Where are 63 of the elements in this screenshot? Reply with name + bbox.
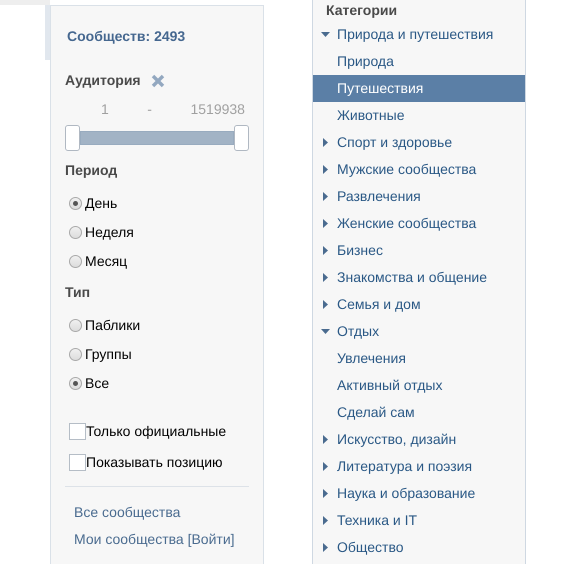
section-title: Категории xyxy=(325,1,398,20)
category-item[interactable]: Техника и IT xyxy=(313,507,525,534)
caret-down-icon xyxy=(321,327,330,336)
radio-button[interactable] xyxy=(69,226,82,239)
communities-count: Сообществ: 2493 xyxy=(66,27,186,46)
radio-button[interactable] xyxy=(69,377,82,390)
subcategory-item[interactable]: Природа xyxy=(313,48,525,75)
subcategory-item[interactable]: Путешествия xyxy=(313,75,525,102)
subcategory-item[interactable]: Активный отдых xyxy=(313,372,525,399)
section-title: Тип xyxy=(65,283,92,302)
caret-right-icon xyxy=(321,219,330,228)
radio-button[interactable] xyxy=(69,197,82,210)
radio-label: Все xyxy=(85,374,110,393)
category-item[interactable]: Семья и дом xyxy=(313,291,525,318)
category-item[interactable]: Бизнес xyxy=(313,237,525,264)
radio-label: Паблики xyxy=(85,316,140,335)
radio-label: День xyxy=(85,194,118,213)
range-separator: - xyxy=(147,100,152,119)
caret-right-icon xyxy=(321,462,330,471)
radio-button[interactable] xyxy=(69,319,82,332)
caret-right-icon xyxy=(321,435,330,444)
sidebar-link[interactable]: Мои сообщества [Войти] xyxy=(65,526,249,553)
category-item[interactable]: Отдых xyxy=(313,318,525,345)
category-item[interactable]: Литература и поэзия xyxy=(313,453,525,480)
checkbox-label: Показывать позицию xyxy=(86,453,223,472)
category-item[interactable]: Наука и образование xyxy=(313,480,525,507)
range-to: 1519938 xyxy=(190,100,245,119)
radio-button[interactable] xyxy=(69,255,82,268)
caret-right-icon xyxy=(321,165,330,174)
radio-label: Группы xyxy=(85,345,132,364)
category-item[interactable]: Общество xyxy=(313,534,525,561)
category-item[interactable]: Мужские сообщества xyxy=(313,156,525,183)
caret-right-icon xyxy=(321,489,330,498)
caret-right-icon xyxy=(321,246,330,255)
subcategory-item[interactable]: Сделай сам xyxy=(313,399,525,426)
radio-button[interactable] xyxy=(69,348,82,361)
caret-right-icon xyxy=(321,300,330,309)
section-title: Аудитория xyxy=(65,71,141,90)
category-item[interactable]: Женские сообщества xyxy=(313,210,525,237)
checkbox-label: Только официальные xyxy=(86,422,226,441)
close-icon[interactable] xyxy=(150,74,165,88)
caret-right-icon xyxy=(321,516,330,525)
caret-right-icon xyxy=(321,138,330,147)
caret-right-icon xyxy=(321,273,330,282)
slider-handle[interactable] xyxy=(65,125,80,151)
range-from: 1 xyxy=(101,100,109,119)
section-title: Период xyxy=(65,161,118,180)
category-item[interactable]: Развлечения xyxy=(313,183,525,210)
checkbox[interactable] xyxy=(69,423,86,440)
subcategory-item[interactable]: Увлечения xyxy=(313,345,525,372)
subcategory-item[interactable]: Животные xyxy=(313,102,525,129)
category-item[interactable]: Знакомства и общение xyxy=(313,264,525,291)
caret-down-icon xyxy=(321,30,330,39)
category-item[interactable]: Природа и путешествия xyxy=(313,21,525,48)
category-item[interactable]: Искусство, дизайн xyxy=(313,426,525,453)
category-item[interactable]: Спорт и здоровье xyxy=(313,129,525,156)
slider-handle[interactable] xyxy=(234,125,249,151)
caret-right-icon xyxy=(321,192,330,201)
checkbox[interactable] xyxy=(69,454,86,471)
sidebar-link[interactable]: Все сообщества xyxy=(65,499,249,526)
radio-label: Неделя xyxy=(85,223,134,242)
radio-label: Месяц xyxy=(85,252,128,271)
caret-right-icon xyxy=(321,543,330,552)
